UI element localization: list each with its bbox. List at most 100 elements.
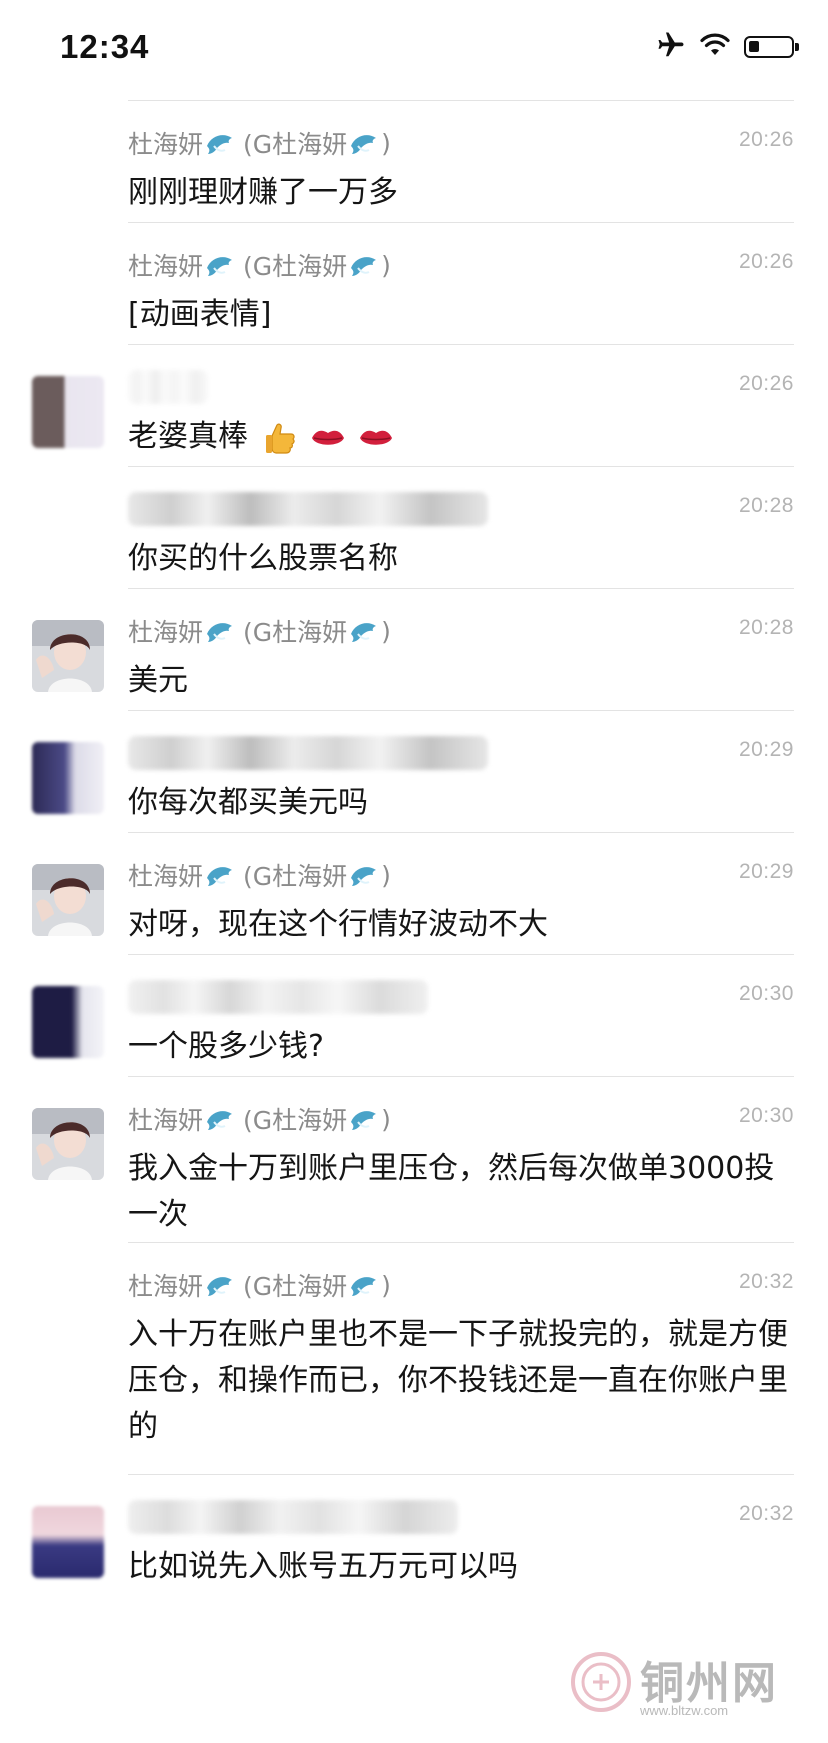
sender-alias: (G杜海妍 [243,862,348,891]
sender-line [128,1474,800,1538]
message-text[interactable]: 比如说先入账号五万元可以吗 [128,1538,800,1616]
message-divider [128,710,794,711]
message-time: 20:32 [738,1270,794,1293]
message-divider [128,832,794,833]
message-text[interactable]: 老婆真棒 [128,419,248,454]
sender-line: 杜海妍 (G杜海妍 ) [128,832,800,896]
message-divider [128,588,794,589]
chat-message: 20:28 你买的什么股票名称 [0,466,828,588]
sender-line [128,954,800,1018]
sender-alias-close: ) [381,860,391,890]
message-time: 20:28 [738,494,794,517]
message-divider [128,222,794,223]
avatar[interactable] [32,1506,104,1578]
watermark-name: 铜州网 [640,1658,778,1709]
chat-message: 杜海妍 (G杜海妍 ) 20:29 对呀，现在这个行情好波动不大 [0,832,828,954]
sender-line: 杜海妍 (G杜海妍 ) [128,100,800,164]
sender-alias: (G杜海妍 [243,1272,348,1301]
sender-name: 杜海妍 [128,1106,204,1135]
avatar-photo [32,620,104,692]
sender-line: 杜海妍 (G杜海妍 ) [128,1076,800,1140]
dolphin-icon [351,135,377,154]
sender-alias-close: ) [381,250,391,280]
status-icons [656,30,799,64]
avatar[interactable] [32,1108,104,1180]
sender-alias-close: ) [381,1104,391,1134]
message-divider [128,100,794,101]
dolphin-icon [351,1277,377,1296]
blurred-sender-name [128,980,428,1014]
dolphin-icon [351,1111,377,1130]
message-time: 20:32 [738,1502,794,1525]
blurred-sender-name [128,1500,458,1534]
message-time: 20:28 [738,616,794,639]
message-time: 20:26 [738,372,794,395]
dolphin-icon [207,623,233,642]
sender-alias: (G杜海妍 [243,1106,348,1135]
sender-alias-close: ) [381,1270,391,1300]
chat-message: 20:32 比如说先入账号五万元可以吗 [0,1474,828,1609]
watermark-logo-icon [571,1652,631,1712]
message-time: 20:30 [738,982,794,1005]
avatar[interactable] [32,742,104,814]
avatar[interactable] [32,864,104,936]
dolphin-icon [351,867,377,886]
avatar[interactable] [32,620,104,692]
message-time: 20:26 [738,250,794,273]
sender-name: 杜海妍 [128,862,204,891]
message-divider [128,1076,794,1077]
dolphin-icon [351,623,377,642]
chat-message: 杜海妍 (G杜海妍 ) 20:26 [动画表情] [0,222,828,344]
message-time: 20:29 [738,738,794,761]
sender-line [128,344,800,408]
sender-alias-close: ) [381,616,391,646]
sender-line [128,466,800,530]
message-text[interactable]: 入十万在账户里也不是一下子就投完的，就是方便压仓，和操作而已，你不投钱还是一直在… [128,1306,800,1476]
sender-alias: (G杜海妍 [243,130,348,159]
message-divider [128,1474,794,1475]
dolphin-icon [207,1111,233,1130]
chat-message: 杜海妍 (G杜海妍 ) 20:26 刚刚理财赚了一万多 [0,100,828,222]
sender-line: 杜海妍 (G杜海妍 ) [128,1242,800,1306]
sender-alias: (G杜海妍 [243,252,348,281]
message-time: 20:26 [738,128,794,151]
sender-name: 杜海妍 [128,618,204,647]
chat-message: 20:30 一个股多少钱? [0,954,828,1076]
sender-name: 杜海妍 [128,130,204,159]
dolphin-icon [207,867,233,886]
sender-line: 杜海妍 (G杜海妍 ) [128,222,800,286]
wifi-icon [700,33,730,61]
avatar-photo [32,1108,104,1180]
battery-icon [744,36,799,58]
sender-line [128,710,800,774]
blurred-sender-name [128,370,208,404]
dolphin-icon [207,257,233,276]
sender-name: 杜海妍 [128,252,204,281]
blurred-sender-name [128,736,488,770]
message-divider [128,344,794,345]
message-divider [128,466,794,467]
sender-alias-close: ) [381,128,391,158]
avatar[interactable] [32,376,104,448]
sender-line: 杜海妍 (G杜海妍 ) [128,588,800,652]
site-watermark: 铜州网 www.bltzw.com [564,1643,814,1723]
chat-feed[interactable]: 杜海妍 (G杜海妍 ) 20:26 刚刚理财赚了一万多 杜海妍 (G杜海妍 ) … [0,100,828,1609]
blurred-sender-name [128,492,488,526]
avatar[interactable] [32,986,104,1058]
thumbs-up-icon [265,423,295,454]
watermark-url: www.bltzw.com [640,1703,729,1718]
dolphin-icon [207,135,233,154]
status-time: 12:34 [60,28,150,65]
lips-icon [359,430,392,445]
chat-message: 杜海妍 (G杜海妍 ) 20:30 我入金十万到账户里压仓，然后每次做单3000… [0,1076,828,1242]
sender-alias: (G杜海妍 [243,618,348,647]
avatar-photo [32,864,104,936]
sender-name: 杜海妍 [128,1272,204,1301]
message-time: 20:29 [738,860,794,883]
message-divider [128,954,794,955]
chat-message: 20:26 老婆真棒 [0,344,828,466]
dolphin-icon [207,1277,233,1296]
dolphin-icon [351,257,377,276]
status-bar: 12:34 [0,0,828,100]
chat-message: 20:29 你每次都买美元吗 [0,710,828,832]
